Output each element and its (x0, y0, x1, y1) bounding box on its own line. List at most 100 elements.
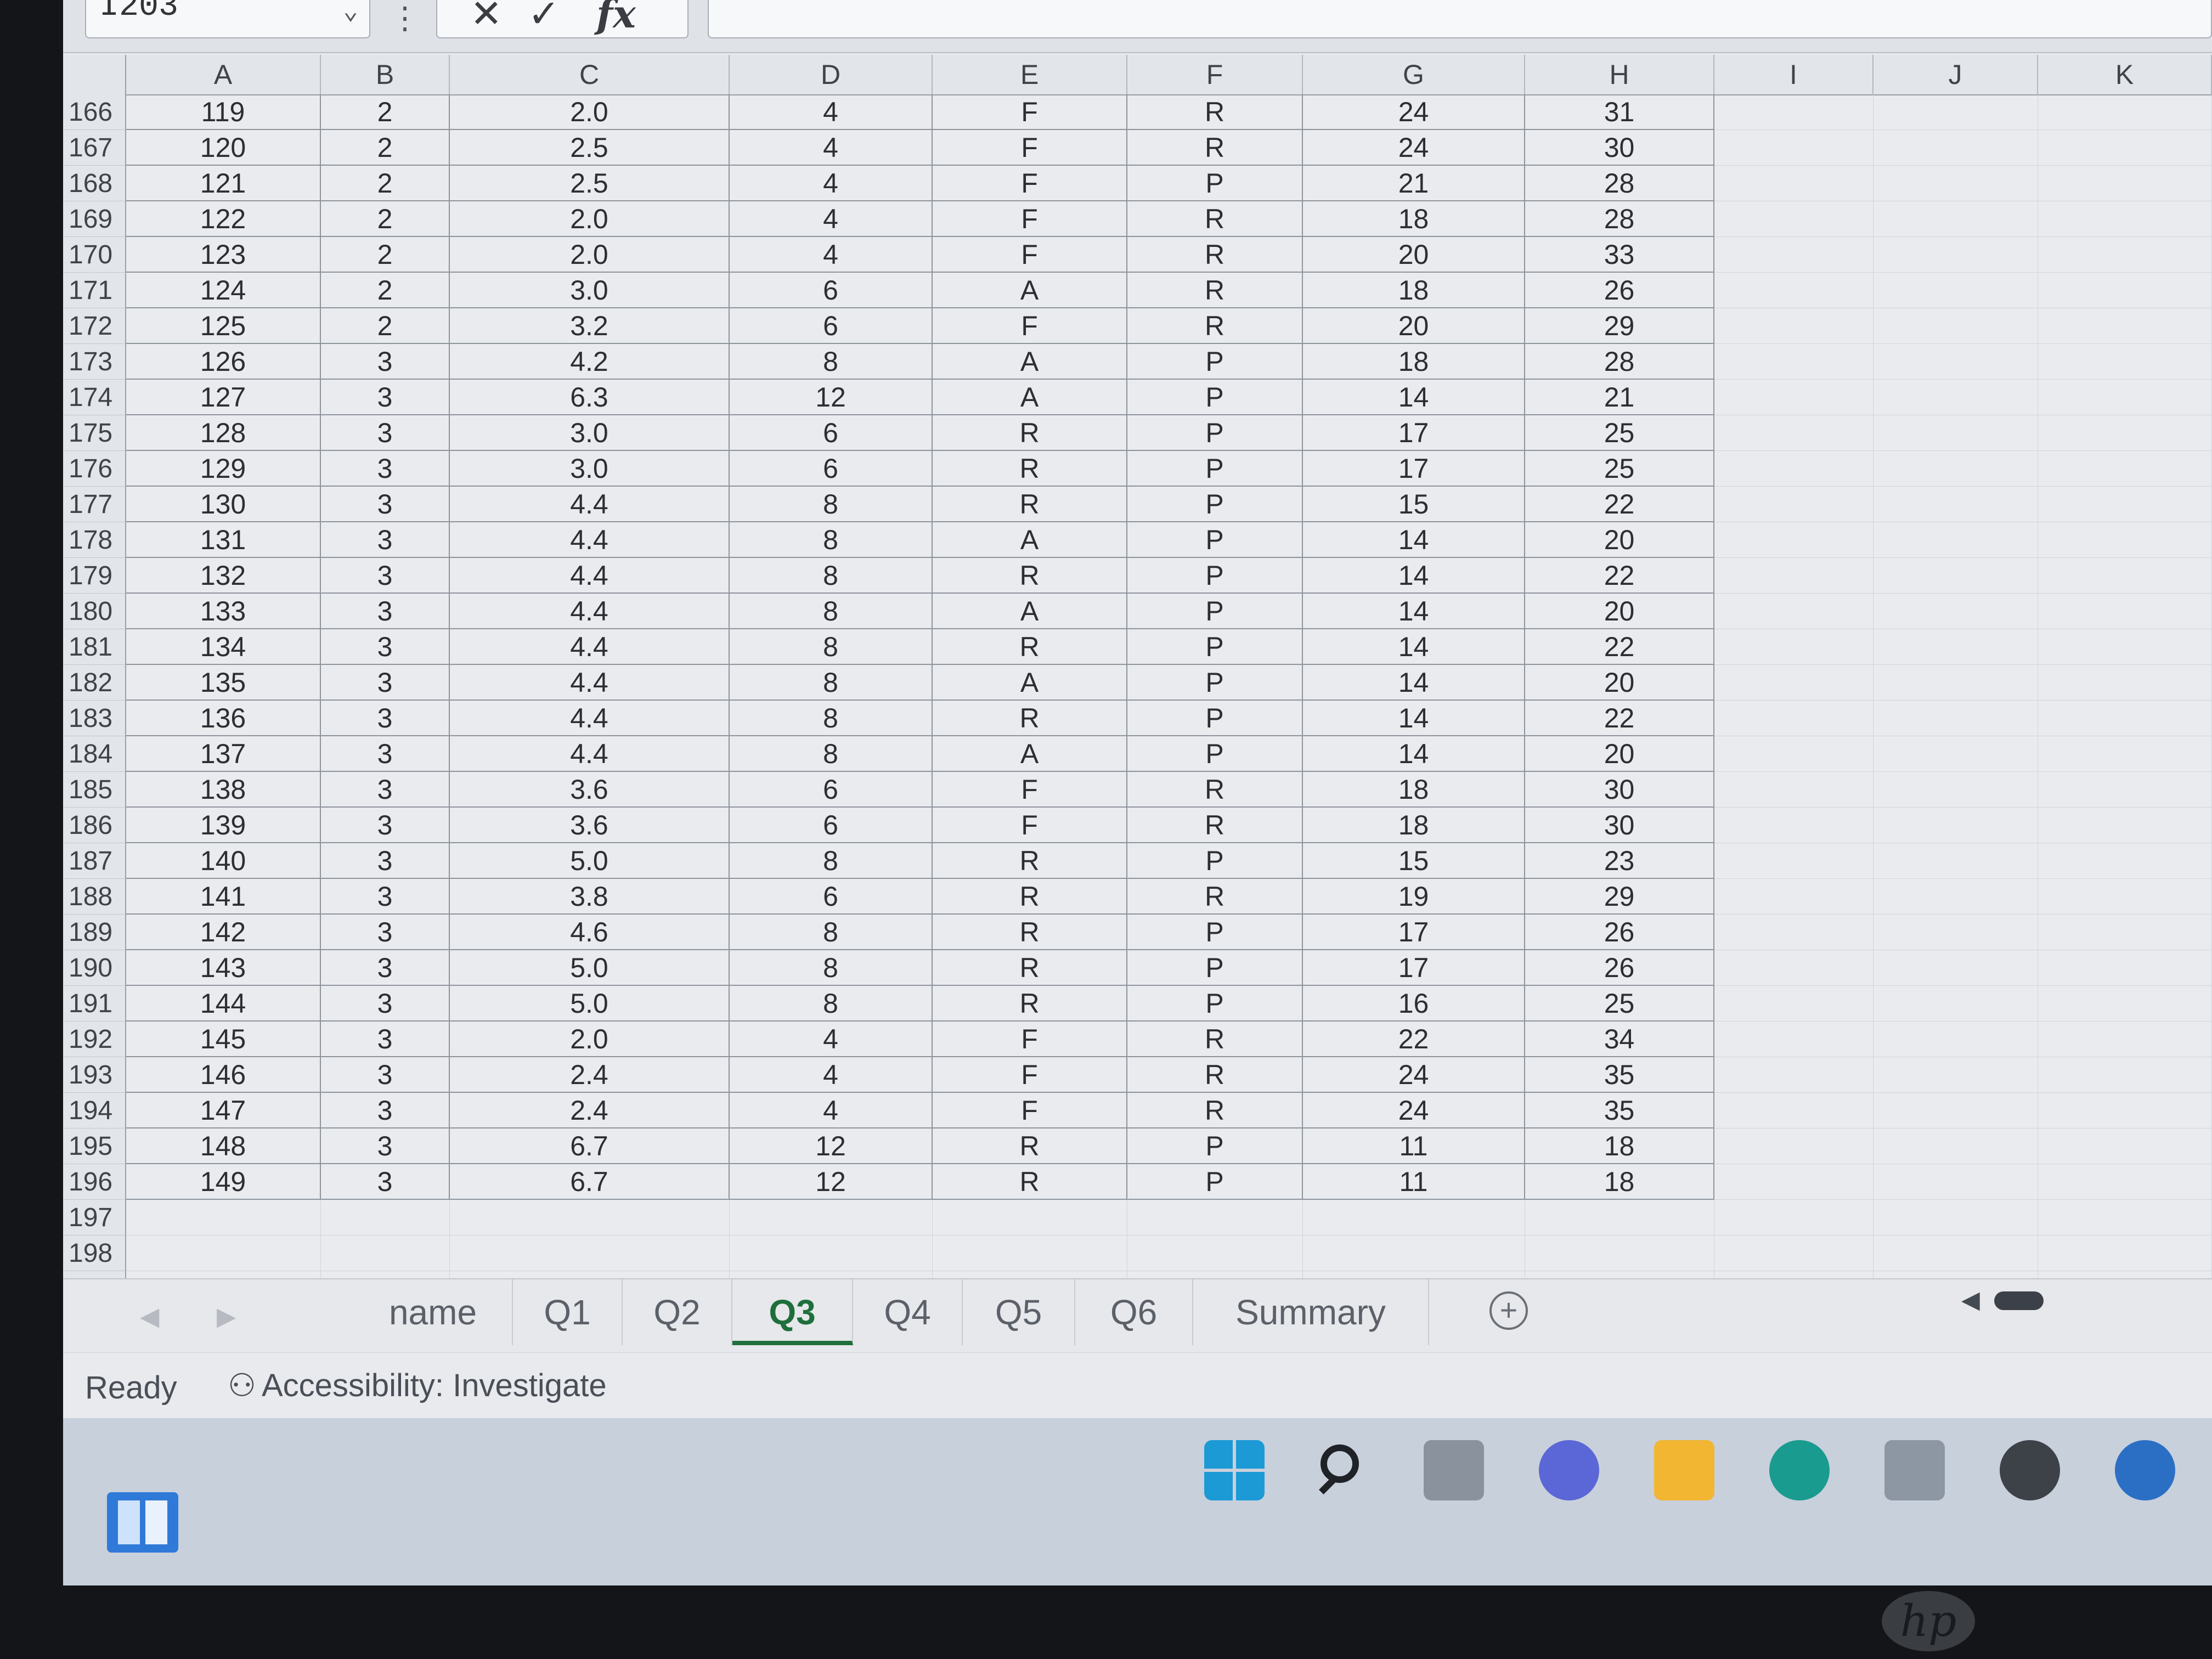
cell-f[interactable]: P (1127, 950, 1303, 986)
cell-h[interactable]: 33 (1525, 237, 1714, 273)
row-header[interactable]: 186 (63, 808, 126, 843)
cell-c[interactable] (450, 1235, 730, 1271)
cell-h[interactable]: 29 (1525, 879, 1714, 915)
cell-j[interactable] (1874, 665, 2038, 701)
microsoft-store-icon[interactable] (1884, 1440, 1945, 1500)
cell-g[interactable]: 11 (1303, 1128, 1525, 1164)
cell-i[interactable] (1714, 308, 1874, 344)
row-header[interactable]: 190 (63, 950, 126, 986)
cell-a[interactable]: 131 (126, 522, 321, 558)
cell-j[interactable] (1874, 130, 2038, 166)
cell-k[interactable] (2038, 1200, 2212, 1235)
cell-d[interactable]: 8 (730, 558, 933, 594)
cell-a[interactable]: 133 (126, 594, 321, 629)
cell-i[interactable] (1714, 94, 1874, 130)
cell-a[interactable]: 132 (126, 558, 321, 594)
tab-name[interactable]: name (354, 1279, 513, 1345)
app-icon[interactable] (2115, 1440, 2175, 1500)
tab-q4[interactable]: Q4 (853, 1279, 963, 1345)
cell-d[interactable]: 4 (730, 201, 933, 237)
cell-h[interactable]: 31 (1525, 94, 1714, 130)
cell-a[interactable]: 120 (126, 130, 321, 166)
cell-g[interactable]: 17 (1303, 451, 1525, 487)
cell-i[interactable] (1714, 1022, 1874, 1057)
row-header[interactable]: 183 (63, 701, 126, 736)
cell-d[interactable]: 4 (730, 166, 933, 201)
cell-g[interactable] (1303, 1235, 1525, 1271)
cell-g[interactable]: 18 (1303, 273, 1525, 308)
cell-h[interactable]: 26 (1525, 915, 1714, 950)
cell-h[interactable] (1525, 1235, 1714, 1271)
cell-i[interactable] (1714, 451, 1874, 487)
cell-c[interactable]: 4.4 (450, 665, 730, 701)
cell-b[interactable]: 2 (321, 273, 450, 308)
cell-a[interactable]: 130 (126, 487, 321, 522)
cell-i[interactable] (1714, 344, 1874, 380)
cell-b[interactable]: 3 (321, 451, 450, 487)
cell-g[interactable]: 14 (1303, 736, 1525, 772)
cell-f[interactable]: P (1127, 843, 1303, 879)
cell-d[interactable]: 6 (730, 415, 933, 451)
row-header[interactable]: 181 (63, 629, 126, 665)
cell-i[interactable] (1714, 1057, 1874, 1093)
cell-j[interactable] (1874, 415, 2038, 451)
cell-d[interactable]: 4 (730, 1093, 933, 1128)
cell-e[interactable]: F (933, 94, 1127, 130)
cell-f[interactable]: R (1127, 879, 1303, 915)
cell-a[interactable]: 128 (126, 415, 321, 451)
cell-a[interactable]: 119 (126, 94, 321, 130)
row-header[interactable]: 187 (63, 843, 126, 879)
cell-c[interactable]: 5.0 (450, 986, 730, 1022)
cell-j[interactable] (1874, 451, 2038, 487)
cell-g[interactable]: 22 (1303, 1022, 1525, 1057)
cell-d[interactable]: 6 (730, 308, 933, 344)
cell-j[interactable] (1874, 701, 2038, 736)
cell-f[interactable]: R (1127, 1057, 1303, 1093)
cell-e[interactable]: F (933, 772, 1127, 808)
cell-g[interactable]: 18 (1303, 201, 1525, 237)
cell-k[interactable] (2038, 130, 2212, 166)
cell-k[interactable] (2038, 308, 2212, 344)
cell-f[interactable]: R (1127, 772, 1303, 808)
row-header[interactable]: 166 (63, 94, 126, 130)
cell-e[interactable]: R (933, 701, 1127, 736)
cell-b[interactable]: 3 (321, 808, 450, 843)
cell-a[interactable]: 127 (126, 380, 321, 415)
cell-j[interactable] (1874, 808, 2038, 843)
cell-k[interactable] (2038, 166, 2212, 201)
cell-h[interactable]: 21 (1525, 380, 1714, 415)
cell-h[interactable]: 28 (1525, 166, 1714, 201)
cell-i[interactable] (1714, 415, 1874, 451)
row-header[interactable]: 171 (63, 273, 126, 308)
cell-i[interactable] (1714, 843, 1874, 879)
cell-b[interactable]: 2 (321, 201, 450, 237)
cell-k[interactable] (2038, 1164, 2212, 1200)
cell-f[interactable] (1127, 1235, 1303, 1271)
more-options-icon[interactable]: ⋮ (390, 0, 420, 36)
column-header-e[interactable]: E (933, 55, 1127, 94)
cell-e[interactable]: R (933, 843, 1127, 879)
cell-f[interactable]: R (1127, 237, 1303, 273)
cell-i[interactable] (1714, 950, 1874, 986)
cell-j[interactable] (1874, 1057, 2038, 1093)
tab-q3[interactable]: Q3 (732, 1279, 853, 1345)
cell-f[interactable]: P (1127, 594, 1303, 629)
cell-e[interactable]: A (933, 594, 1127, 629)
cell-j[interactable] (1874, 94, 2038, 130)
cell-k[interactable] (2038, 701, 2212, 736)
cell-h[interactable]: 23 (1525, 843, 1714, 879)
cell-c[interactable]: 2.0 (450, 201, 730, 237)
select-all-corner[interactable] (63, 55, 126, 94)
cell-h[interactable]: 20 (1525, 736, 1714, 772)
row-header[interactable]: 184 (63, 736, 126, 772)
cell-e[interactable]: R (933, 558, 1127, 594)
cell-g[interactable]: 18 (1303, 808, 1525, 843)
cell-j[interactable] (1874, 522, 2038, 558)
cell-d[interactable]: 6 (730, 808, 933, 843)
cell-h[interactable]: 26 (1525, 273, 1714, 308)
windows-start-icon[interactable] (1204, 1440, 1265, 1500)
cell-j[interactable] (1874, 986, 2038, 1022)
cell-i[interactable] (1714, 629, 1874, 665)
cell-b[interactable]: 3 (321, 736, 450, 772)
cell-g[interactable]: 21 (1303, 166, 1525, 201)
